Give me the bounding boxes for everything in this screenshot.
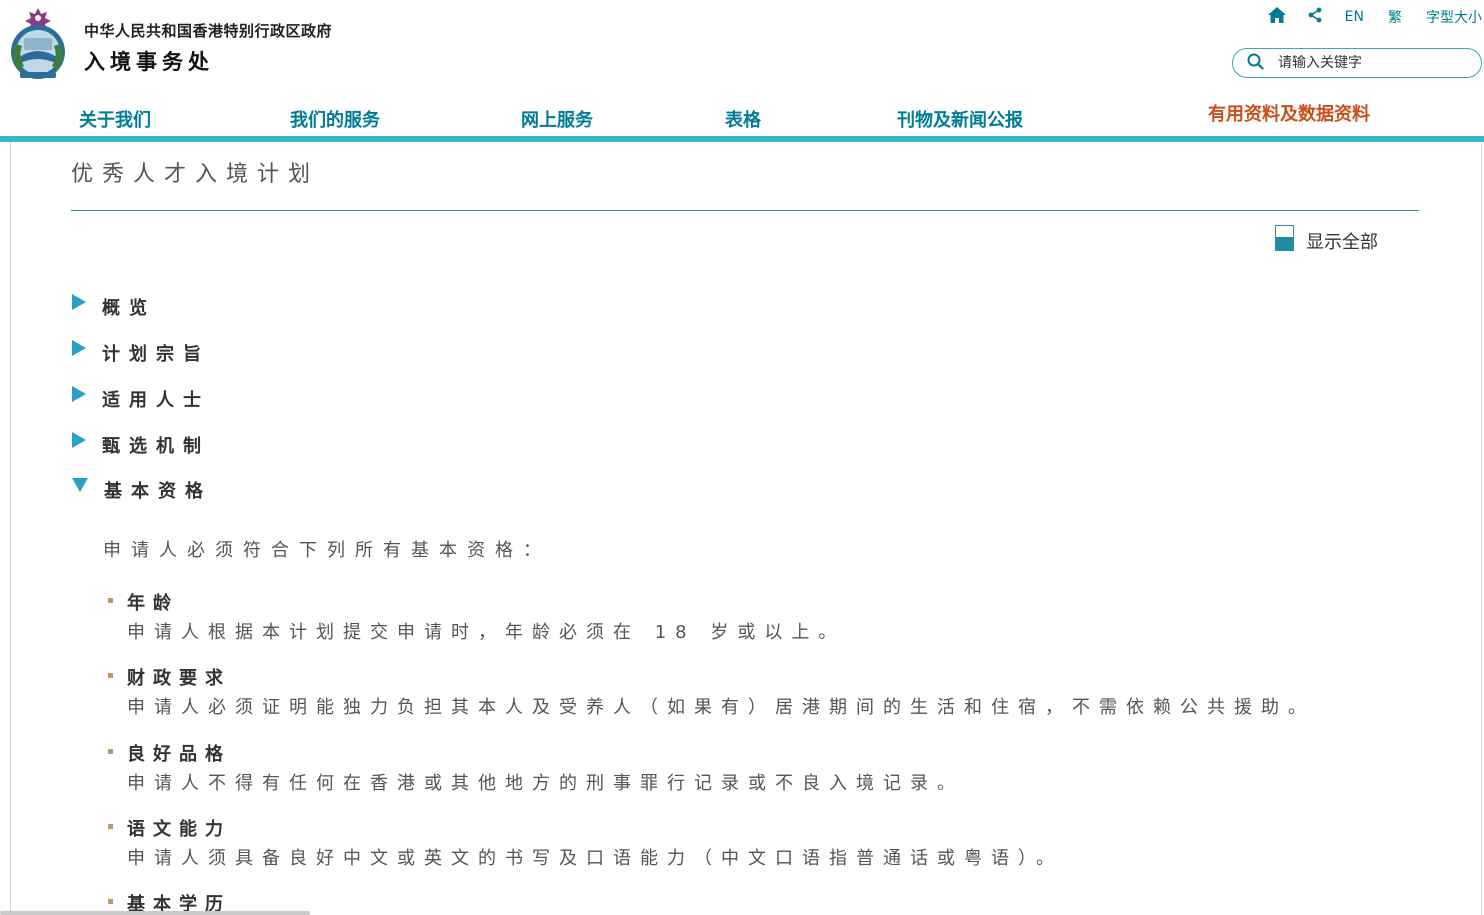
search-icon[interactable] bbox=[1247, 53, 1264, 74]
caret-right-icon bbox=[72, 340, 86, 356]
title-divider bbox=[71, 210, 1419, 211]
page-title: 优秀人才入境计划 bbox=[71, 162, 320, 187]
accordion-objective[interactable]: 计划宗旨 bbox=[72, 340, 210, 366]
bullet bbox=[108, 749, 113, 754]
show-all-label: 显示全部 bbox=[1306, 232, 1378, 253]
department-title[interactable]: 入境事务处 bbox=[84, 46, 214, 76]
requirement-title: 财政要求 bbox=[127, 668, 231, 689]
nav-our-services[interactable]: 我们的服务 bbox=[290, 106, 380, 132]
immd-logo[interactable] bbox=[6, 4, 70, 82]
accordion-label: 计划宗旨 bbox=[102, 344, 210, 365]
home-button[interactable] bbox=[1267, 6, 1287, 28]
accordion-label: 概览 bbox=[102, 298, 156, 319]
requirement-description: 申请人须具备良好中文或英文的书写及口语能力（中文口语指普通话或粤语）。 bbox=[127, 848, 1063, 869]
language-tc-link[interactable]: 繁 bbox=[1388, 7, 1402, 27]
share-button[interactable] bbox=[1307, 7, 1323, 27]
caret-right-icon bbox=[72, 432, 86, 448]
requirement-description: 申请人根据本计划提交申请时，年龄必须在 18 岁或以上。 bbox=[127, 622, 846, 643]
top-toolbar: EN 繁 字型大小 bbox=[1267, 6, 1484, 28]
accordion-label: 基本资格 bbox=[104, 481, 212, 502]
bullet bbox=[108, 824, 113, 829]
requirement-description: 申请人不得有任何在香港或其他地方的刑事罪行记录或不良入境记录。 bbox=[127, 773, 964, 794]
nav-e-services[interactable]: 网上服务 bbox=[521, 106, 593, 132]
requirement-title: 良好品格 bbox=[127, 744, 231, 765]
search-input[interactable] bbox=[1278, 55, 1468, 71]
bullet bbox=[108, 899, 113, 904]
bullet bbox=[108, 598, 113, 603]
page: 中华人民共和国香港特别行政区政府 入境事务处 EN 繁 字型大小 请输入关键字 … bbox=[0, 0, 1484, 915]
font-size-link[interactable]: 字型大小 bbox=[1426, 7, 1482, 27]
caret-down-icon bbox=[72, 478, 88, 492]
nav-useful-information[interactable]: 有用资料及数据资料 bbox=[1208, 100, 1370, 126]
expand-all-icon bbox=[1275, 225, 1294, 251]
bullet bbox=[108, 673, 113, 678]
accordion-basic-eligibility[interactable]: 基本资格 bbox=[72, 477, 212, 503]
content-border-left bbox=[10, 142, 11, 915]
nav-publications-press[interactable]: 刊物及新闻公报 bbox=[897, 106, 1023, 132]
nav-forms[interactable]: 表格 bbox=[725, 106, 761, 132]
requirement-title: 语文能力 bbox=[127, 819, 231, 840]
accordion-selection-mechanism[interactable]: 甄选机制 bbox=[72, 432, 210, 458]
horizontal-scrollbar[interactable] bbox=[0, 911, 310, 915]
caret-right-icon bbox=[72, 294, 86, 310]
nav-about-us[interactable]: 关于我们 bbox=[79, 106, 151, 132]
requirement-title: 年龄 bbox=[127, 593, 179, 614]
eligibility-intro: 申请人必须符合下列所有基本资格： bbox=[103, 540, 551, 561]
content-border-right bbox=[1481, 142, 1482, 915]
government-title: 中华人民共和国香港特别行政区政府 bbox=[84, 22, 333, 40]
accordion-label: 甄选机制 bbox=[102, 436, 210, 457]
caret-right-icon bbox=[72, 386, 86, 402]
share-icon bbox=[1307, 7, 1323, 27]
search-box[interactable] bbox=[1232, 48, 1482, 78]
accordion-overview[interactable]: 概览 bbox=[72, 294, 156, 320]
accordion-label: 适用人士 bbox=[102, 390, 210, 411]
nav-underline-bar bbox=[0, 136, 1484, 142]
show-all-toggle[interactable]: 显示全部 bbox=[1275, 222, 1378, 254]
language-en-link[interactable]: EN bbox=[1345, 9, 1364, 25]
home-icon bbox=[1267, 6, 1287, 28]
accordion-eligible-persons[interactable]: 适用人士 bbox=[72, 386, 210, 412]
requirement-description: 申请人必须证明能独力负担其本人及受养人（如果有）居港期间的生活和住宿，不需依赖公… bbox=[127, 697, 1315, 718]
